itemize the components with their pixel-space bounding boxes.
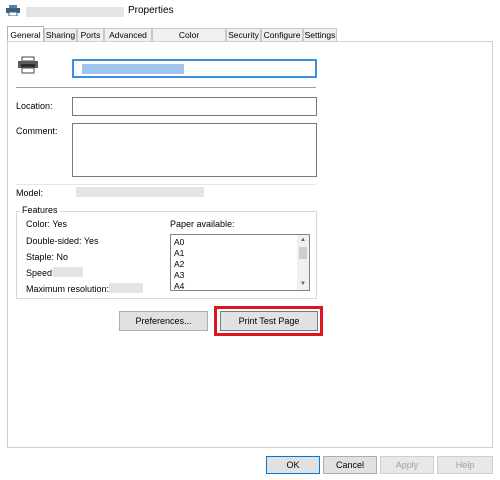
tab-security[interactable]: Security [226,28,261,41]
list-item[interactable]: A2 [171,259,295,270]
scroll-down-icon[interactable]: ▼ [297,280,309,289]
paper-listbox[interactable]: A0 A1 A2 A3 A4 ▲ ▼ [170,234,310,291]
print-test-page-button[interactable]: Print Test Page [220,311,318,331]
staple-feature: Staple: No [26,252,69,262]
max-resolution-label: Maximum resolution: [26,284,110,294]
tab-ports[interactable]: Ports [77,28,104,41]
title-bar: Properties [0,0,500,24]
list-item[interactable]: A0 [171,237,295,248]
tab-color-management[interactable]: Color Management [152,28,226,53]
location-label: Location: [16,101,53,111]
speed-label: Speed: [26,268,55,278]
separator [16,87,316,88]
model-label: Model: [16,188,44,198]
preferences-button[interactable]: Preferences... [119,311,208,331]
printer-icon [6,5,20,17]
scroll-up-icon[interactable]: ▲ [297,236,309,245]
tab-configure[interactable]: Configure [261,28,303,41]
max-resolution-value-redacted [109,283,143,293]
cancel-button[interactable]: Cancel [323,456,377,474]
tab-general[interactable]: General [7,26,44,42]
window-title: Properties [128,5,174,16]
separator [16,184,316,185]
speed-value-redacted [53,267,83,277]
scrollbar-thumb[interactable] [299,247,307,259]
color-feature: Color: Yes [26,219,68,229]
printer-name-selection-redacted [82,64,184,74]
ok-button[interactable]: OK [266,456,320,474]
tab-sharing[interactable]: Sharing [44,28,77,41]
list-item[interactable]: A1 [171,248,295,259]
comment-label: Comment: [16,126,58,136]
tab-advanced[interactable]: Advanced [104,28,152,41]
paper-list-scrollbar[interactable]: ▲ ▼ [297,235,309,290]
list-item[interactable]: A3 [171,270,295,281]
paper-available-label: Paper available: [170,219,235,229]
help-button[interactable]: Help [437,456,493,474]
printer-name-redacted [26,7,124,17]
list-item[interactable]: A4 [171,281,295,290]
model-value-redacted [76,187,204,197]
printer-name-input[interactable] [72,59,317,78]
location-input[interactable] [72,97,317,116]
printer-large-icon [17,56,39,74]
features-group-label: Features [20,205,60,215]
tab-settings[interactable]: Settings [303,28,337,41]
double-sided-feature: Double-sided: Yes [26,236,99,246]
comment-textarea[interactable] [72,123,317,177]
apply-button[interactable]: Apply [380,456,434,474]
